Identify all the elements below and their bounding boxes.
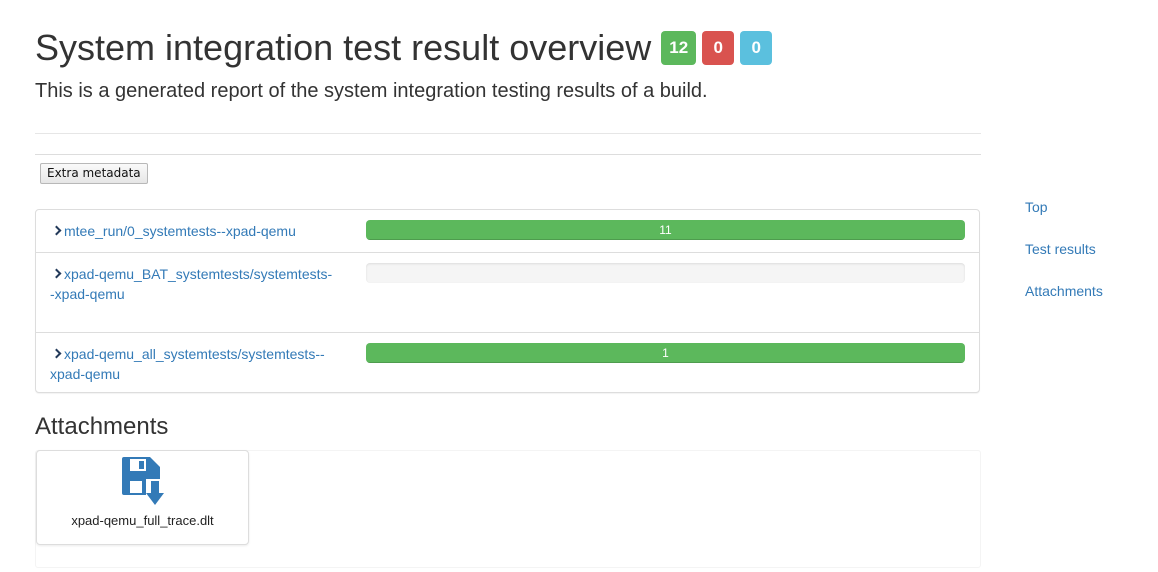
attachments-heading: Attachments xyxy=(35,413,169,440)
result-row-label: xpad-qemu_BAT_systemtests/systemtests--x… xyxy=(50,266,333,302)
result-progress-bar: 11 xyxy=(366,220,965,240)
result-row-link[interactable]: xpad-qemu_all_systemtests/systemtests--x… xyxy=(50,344,335,384)
result-row: xpad-qemu_all_systemtests/systemtests--x… xyxy=(36,332,979,393)
divider xyxy=(35,133,981,134)
side-navigation: Top Test results Attachments xyxy=(1025,197,1103,323)
chevron-right-icon xyxy=(51,268,62,279)
skipped-count-badge: 0 xyxy=(740,31,773,65)
page-title: System integration test result overview xyxy=(35,27,652,68)
nav-link-test-results[interactable]: Test results xyxy=(1025,239,1103,259)
nav-link-attachments[interactable]: Attachments xyxy=(1025,281,1103,301)
attachment-filename: xpad-qemu_full_trace.dlt xyxy=(71,513,214,528)
chevron-right-icon xyxy=(51,348,62,359)
attachment-card[interactable]: xpad-qemu_full_trace.dlt xyxy=(36,450,249,545)
title-row: System integration test result overview … xyxy=(35,26,981,70)
result-row: xpad-qemu_BAT_systemtests/systemtests--x… xyxy=(36,252,979,332)
result-row: mtee_run/0_systemtests--xpad-qemu 11 xyxy=(36,210,979,252)
chevron-right-icon xyxy=(51,225,62,236)
result-row-link[interactable]: mtee_run/0_systemtests--xpad-qemu xyxy=(50,221,340,241)
extra-metadata-button[interactable]: Extra metadata xyxy=(40,163,148,184)
result-row-label: xpad-qemu_all_systemtests/systemtests--x… xyxy=(50,346,325,382)
page-subtitle: This is a generated report of the system… xyxy=(35,80,708,102)
result-row-link[interactable]: xpad-qemu_BAT_systemtests/systemtests--x… xyxy=(50,264,335,304)
result-progress-bar: 1 xyxy=(366,343,965,363)
page-header: System integration test result overview … xyxy=(35,26,981,104)
nav-link-top[interactable]: Top xyxy=(1025,197,1103,217)
failed-count-badge: 0 xyxy=(702,31,735,65)
result-row-label: mtee_run/0_systemtests--xpad-qemu xyxy=(64,223,296,239)
progress-fill-passed: 11 xyxy=(366,220,965,240)
floppy-download-icon xyxy=(122,457,164,505)
test-results-panel: mtee_run/0_systemtests--xpad-qemu 11 xpa… xyxy=(35,209,980,393)
passed-count-badge: 12 xyxy=(661,31,697,65)
progress-fill-passed: 1 xyxy=(366,343,965,363)
divider xyxy=(35,154,981,155)
result-progress-bar xyxy=(366,263,965,283)
